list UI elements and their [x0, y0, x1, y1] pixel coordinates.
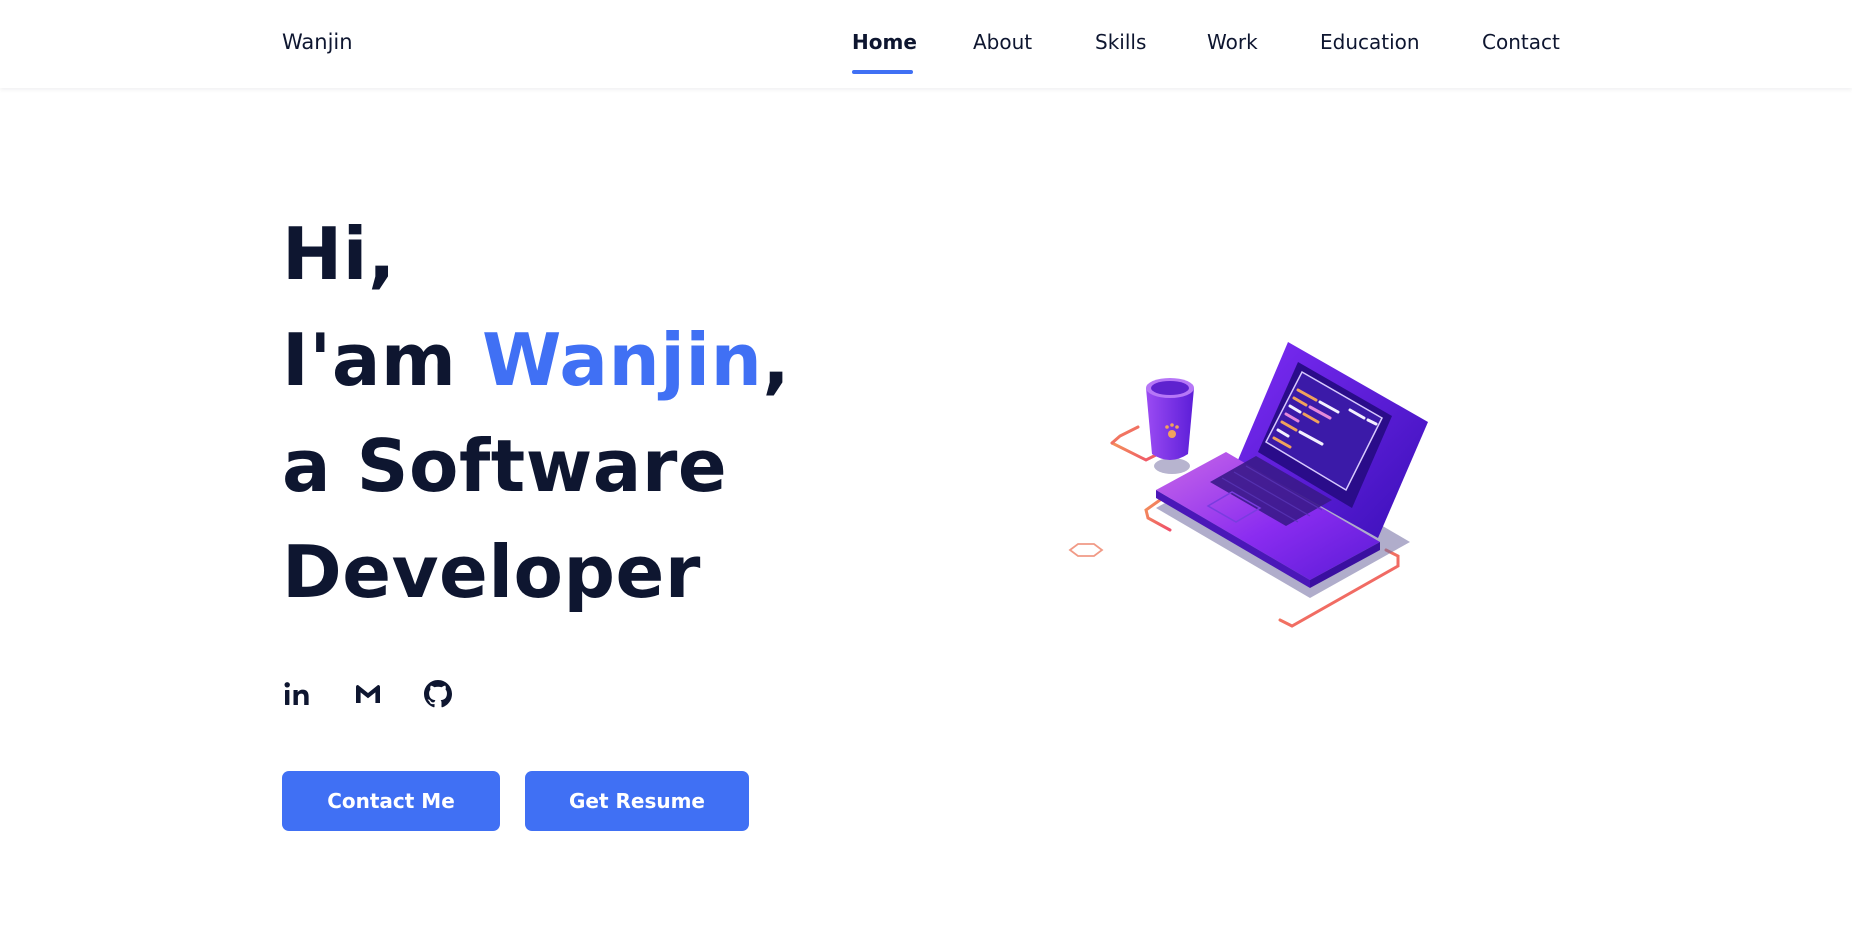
laptop-coffee-illustration — [1060, 330, 1440, 640]
contact-me-button[interactable]: Contact Me — [282, 771, 500, 831]
nav-item-work[interactable]: Work — [1207, 30, 1258, 54]
site-header: Wanjin Home About Skills Work Education … — [0, 0, 1852, 88]
hero-greeting: Hi, — [282, 212, 396, 296]
hero-role-line-2: Developer — [282, 530, 701, 614]
hero-intro-line: I'am Wanjin, — [282, 324, 790, 396]
hero-intro-suffix: , — [762, 318, 791, 402]
site-logo[interactable]: Wanjin — [282, 30, 353, 54]
nav-item-about[interactable]: About — [973, 30, 1032, 54]
get-resume-button[interactable]: Get Resume — [525, 771, 749, 831]
nav-active-indicator — [852, 70, 913, 74]
hero-name: Wanjin — [482, 318, 763, 402]
nav-item-home[interactable]: Home — [852, 30, 917, 54]
nav-item-contact[interactable]: Contact — [1482, 30, 1560, 54]
hero-role-line-1: a Software — [282, 424, 728, 508]
nav-item-education[interactable]: Education — [1320, 30, 1420, 54]
nav-item-skills[interactable]: Skills — [1095, 30, 1146, 54]
github-icon[interactable] — [424, 680, 452, 708]
gmail-icon[interactable] — [354, 680, 382, 708]
hero-intro-prefix: I'am — [282, 318, 483, 402]
linkedin-icon[interactable] — [283, 680, 311, 708]
